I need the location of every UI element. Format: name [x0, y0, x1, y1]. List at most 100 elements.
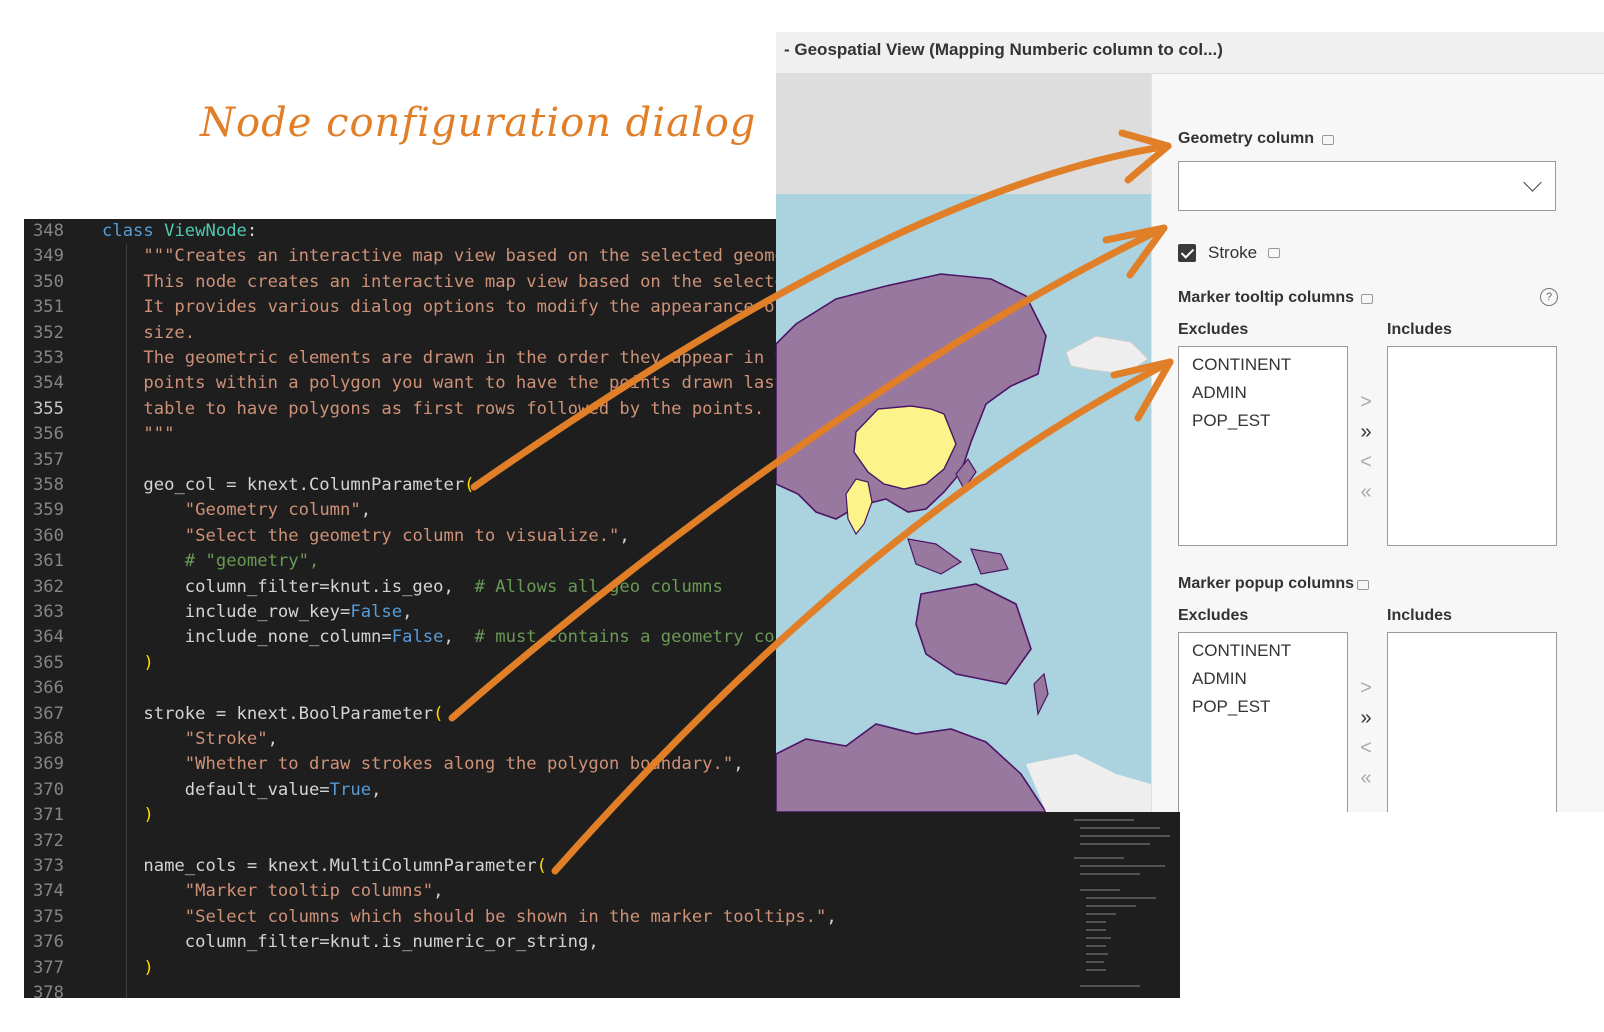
line-number: 356 — [32, 424, 64, 445]
line-number: 370 — [32, 779, 64, 800]
geometry-column-select[interactable] — [1178, 161, 1556, 211]
line-number: 365 — [32, 652, 64, 673]
code-line[interactable]: 378 — [24, 981, 1180, 998]
move-left-button[interactable]: < — [1354, 452, 1378, 472]
code-text: class ViewNode: — [102, 221, 258, 241]
code-text: "Select the geometry column to visualize… — [184, 525, 630, 546]
stroke-label: Stroke — [1208, 243, 1258, 262]
help-icon[interactable]: ? — [1540, 288, 1558, 306]
popup-includes-list[interactable] — [1387, 632, 1557, 812]
code-text: "Select columns which should be shown in… — [184, 906, 837, 927]
code-text: ) — [143, 805, 154, 826]
line-number: 349 — [32, 246, 64, 267]
move-left-button[interactable]: < — [1354, 738, 1378, 758]
line-number: 363 — [32, 602, 64, 622]
chevron-down-icon — [1523, 173, 1542, 192]
code-text: column_filter=knut.is_numeric_or_string, — [102, 932, 599, 953]
line-number: 360 — [32, 525, 64, 546]
move-all-right-button[interactable]: » — [1354, 708, 1378, 728]
list-item[interactable]: CONTINENT — [1192, 355, 1291, 375]
line-number: 371 — [32, 805, 64, 826]
line-number: 348 — [32, 221, 64, 241]
flow-variable-icon[interactable] — [1322, 135, 1334, 145]
code-text: # "geometry", — [184, 551, 320, 572]
code-line[interactable]: 373 name_cols = knext.MultiColumnParamet… — [24, 854, 1180, 879]
move-right-button[interactable]: > — [1354, 392, 1378, 412]
line-number: 355 — [32, 398, 64, 419]
line-number: 362 — [32, 576, 64, 597]
popup-includes-label: Includes — [1387, 607, 1452, 624]
code-text: column_filter=knut.is_geo, # Allows all … — [102, 576, 723, 597]
node-configuration-dialog: - Geospatial View (Mapping Numberic colu… — [776, 32, 1604, 812]
line-number: 375 — [32, 906, 64, 927]
line-number: 378 — [32, 983, 64, 998]
line-number: 377 — [32, 957, 64, 978]
move-all-left-button[interactable]: « — [1354, 482, 1378, 502]
code-text: geo_col = knext.ColumnParameter( — [102, 475, 475, 495]
flow-variable-icon[interactable] — [1268, 248, 1280, 258]
flow-variable-icon[interactable] — [1357, 580, 1369, 590]
code-line[interactable]: 375 "Select columns which should be show… — [24, 905, 1180, 930]
popup-excludes-label: Excludes — [1178, 607, 1249, 624]
line-number: 372 — [32, 830, 64, 851]
code-text: ) — [143, 957, 154, 978]
stroke-checkbox[interactable] — [1178, 244, 1196, 262]
tooltip-includes-label: Includes — [1387, 321, 1452, 338]
line-number: 354 — [32, 373, 64, 394]
line-number: 351 — [32, 297, 64, 318]
code-text: size. — [102, 322, 196, 343]
move-right-button[interactable]: > — [1354, 678, 1378, 698]
code-text: include_none_column=False, # must contai… — [102, 627, 785, 648]
map-view[interactable] — [776, 74, 1151, 812]
move-all-right-button[interactable]: » — [1354, 422, 1378, 442]
code-line[interactable]: 372 — [24, 829, 1180, 854]
code-text: """ — [102, 424, 175, 445]
list-item[interactable]: CONTINENT — [1192, 641, 1291, 661]
tooltip-includes-list[interactable] — [1387, 346, 1557, 546]
dialog-title: - Geospatial View (Mapping Numberic colu… — [784, 40, 1223, 59]
line-number: 364 — [32, 627, 64, 648]
code-line[interactable]: 376 column_filter=knut.is_numeric_or_str… — [24, 930, 1180, 955]
code-text: "Whether to draw strokes along the polyg… — [184, 754, 744, 775]
code-line[interactable]: 374 "Marker tooltip columns", — [24, 879, 1180, 904]
line-number: 353 — [32, 348, 64, 368]
code-text: default_value=True, — [102, 779, 382, 800]
flow-variable-icon[interactable] — [1361, 294, 1373, 304]
line-number: 376 — [32, 932, 64, 953]
code-text: stroke = knext.BoolParameter( — [102, 703, 444, 724]
minimap[interactable] — [1044, 809, 1180, 998]
map-tile-blank — [776, 74, 1151, 194]
code-text: ) — [143, 652, 154, 673]
line-number: 359 — [32, 500, 64, 521]
list-item[interactable]: POP_EST — [1192, 411, 1270, 431]
code-text: "Marker tooltip columns", — [184, 881, 444, 902]
code-line[interactable]: 377 ) — [24, 956, 1180, 981]
line-number: 369 — [32, 754, 64, 775]
line-number: 350 — [32, 271, 64, 292]
list-item[interactable]: ADMIN — [1192, 383, 1247, 403]
code-text: include_row_key=False, — [102, 602, 413, 622]
code-text: "Stroke", — [184, 729, 278, 749]
popup-excludes-list[interactable]: CONTINENT ADMIN POP_EST — [1178, 632, 1348, 812]
line-number: 367 — [32, 703, 64, 724]
line-number: 357 — [32, 449, 64, 470]
code-text: This node creates an interactive map vie… — [102, 271, 785, 292]
code-text: """Creates an interactive map view based… — [102, 246, 785, 267]
tooltip-columns-label: Marker tooltip columns — [1178, 289, 1355, 306]
dialog-header: - Geospatial View (Mapping Numberic colu… — [776, 32, 1604, 74]
tooltip-excludes-list[interactable]: CONTINENT ADMIN POP_EST — [1178, 346, 1348, 546]
code-text: points within a polygon you want to have… — [102, 373, 785, 394]
tooltip-excludes-label: Excludes — [1178, 321, 1249, 338]
list-item[interactable]: ADMIN — [1192, 669, 1247, 689]
popup-columns-label: Marker popup columns — [1178, 575, 1355, 592]
code-text: name_cols = knext.MultiColumnParameter( — [102, 856, 547, 876]
line-number: 358 — [32, 475, 64, 495]
code-text: The geometric elements are drawn in the … — [102, 348, 785, 368]
list-item[interactable]: POP_EST — [1192, 697, 1270, 717]
geometry-column-label: Geometry column — [1178, 130, 1315, 147]
map-svg — [776, 74, 1151, 812]
line-number: 374 — [32, 881, 64, 902]
move-all-left-button[interactable]: « — [1354, 768, 1378, 788]
line-number: 352 — [32, 322, 64, 343]
settings-panel: Geometry column Stroke Marker tooltip co… — [1151, 74, 1604, 812]
